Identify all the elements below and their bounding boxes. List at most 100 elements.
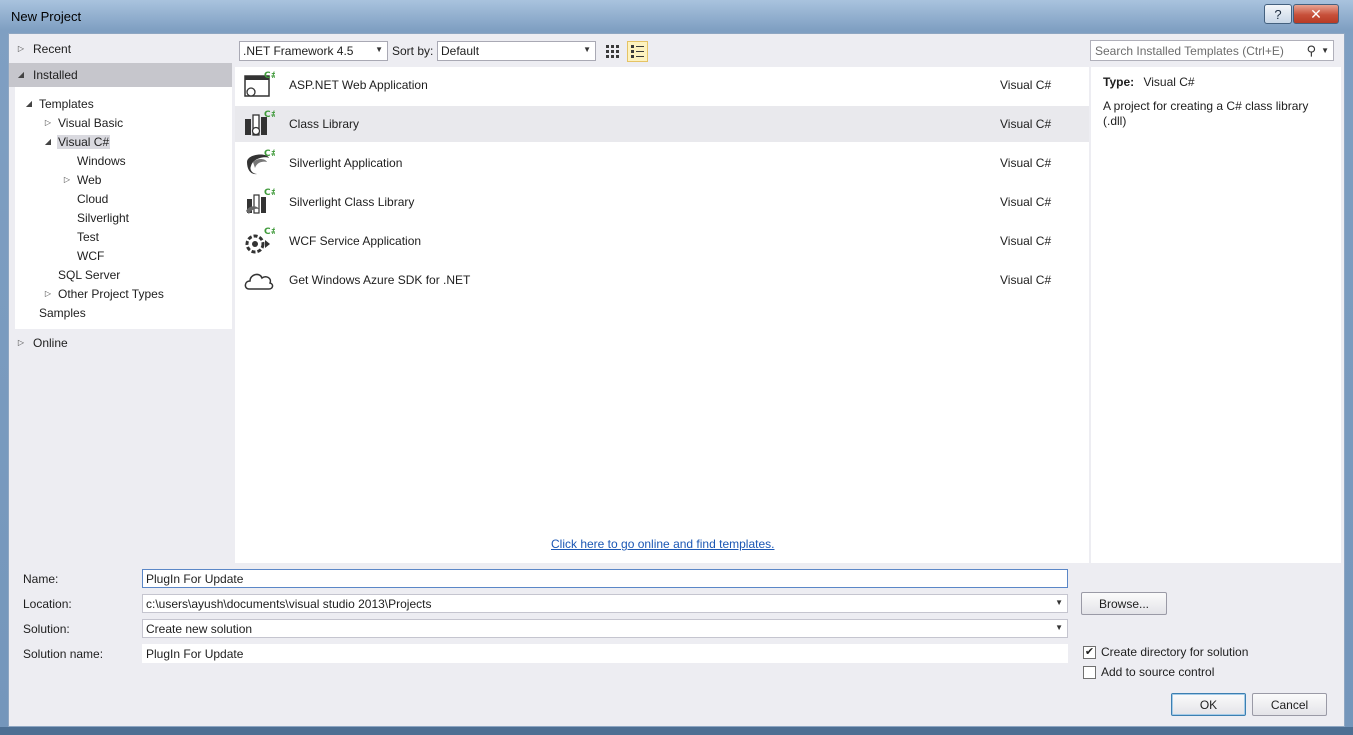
expand-arrow-icon[interactable]: ▷ — [15, 44, 27, 53]
svg-text:C#: C# — [264, 110, 275, 120]
tree-item-samples[interactable]: Samples — [39, 303, 86, 322]
location-field[interactable]: c:\users\ayush\documents\visual studio 2… — [142, 594, 1068, 613]
create-directory-checkbox[interactable]: ✔ — [1083, 646, 1096, 659]
sort-value: Default — [441, 44, 480, 58]
checkmark-icon: ✔ — [1084, 646, 1095, 658]
tree-item-label: Samples — [39, 305, 86, 320]
dialog-window: New Project ? ✕ ▷ Recent ◢ Installed ◢ T… — [0, 0, 1353, 735]
search-placeholder: Search Installed Templates (Ctrl+E) — [1095, 43, 1284, 58]
sort-by-label: Sort by: — [392, 44, 434, 58]
tree-item-other-project-types[interactable]: ▷ Other Project Types — [42, 284, 164, 303]
online-templates-link[interactable]: Click here to go online and find templat… — [551, 537, 774, 551]
collapse-arrow-icon[interactable]: ◢ — [23, 99, 35, 108]
source-control-checkbox[interactable] — [1083, 666, 1096, 679]
ok-button[interactable]: OK — [1171, 693, 1246, 716]
type-label: Type: — [1103, 75, 1135, 89]
solution-dropdown[interactable]: Create new solution ▼ — [142, 619, 1068, 638]
tree-item-label: Templates — [39, 96, 94, 111]
tree-item-label: Silverlight — [77, 210, 130, 225]
wcf-service-icon: C# — [245, 227, 275, 254]
list-view-button[interactable] — [627, 41, 648, 62]
chevron-down-icon[interactable]: ▼ — [1321, 46, 1329, 55]
tree-item-visual-basic[interactable]: ▷ Visual Basic — [42, 113, 123, 132]
template-language: Visual C# — [1000, 273, 1052, 287]
cloud-icon — [244, 273, 274, 290]
template-item[interactable]: C# ASP.NET Web Application Visual C# — [235, 67, 1089, 103]
svg-text:C#: C# — [264, 149, 275, 159]
template-list: C# ASP.NET Web Application Visual C# C# … — [235, 67, 1089, 563]
tree-item-silverlight[interactable]: Silverlight — [77, 208, 129, 227]
sort-dropdown[interactable]: Default ▼ — [437, 41, 596, 61]
source-control-label[interactable]: Add to source control — [1101, 665, 1214, 679]
template-name: ASP.NET Web Application — [289, 78, 428, 92]
nav-online-label: Online — [33, 335, 68, 350]
template-item-selected[interactable]: C# Class Library Visual C# — [235, 106, 1089, 142]
title-bar[interactable]: New Project ? ✕ — [0, 0, 1353, 33]
small-icons-view-button[interactable] — [602, 41, 623, 62]
chevron-down-icon[interactable]: ▼ — [1055, 598, 1063, 607]
help-button[interactable]: ? — [1264, 4, 1292, 24]
tree-item-label: Web — [77, 172, 102, 187]
location-label: Location: — [23, 597, 72, 611]
nav-installed[interactable]: ◢ Installed — [9, 63, 232, 87]
template-name: Get Windows Azure SDK for .NET — [289, 273, 471, 287]
chevron-down-icon: ▼ — [375, 45, 383, 54]
expand-arrow-icon[interactable]: ▷ — [42, 289, 54, 298]
framework-dropdown[interactable]: .NET Framework 4.5 ▼ — [239, 41, 388, 61]
create-directory-label[interactable]: Create directory for solution — [1101, 645, 1248, 659]
chevron-down-icon[interactable]: ▼ — [1055, 623, 1063, 632]
template-name: Silverlight Application — [289, 156, 403, 170]
tree-item-web[interactable]: ▷ Web — [61, 170, 102, 189]
name-label: Name: — [23, 572, 59, 586]
nav-online[interactable]: ▷ Online — [15, 333, 68, 352]
type-value: Visual C# — [1143, 75, 1195, 89]
expand-arrow-icon[interactable]: ▷ — [15, 338, 27, 347]
template-language: Visual C# — [1000, 234, 1052, 248]
silverlight-app-icon: C# — [247, 149, 275, 175]
help-label: ? — [1274, 6, 1282, 22]
collapse-arrow-icon[interactable]: ◢ — [15, 70, 27, 79]
framework-value: .NET Framework 4.5 — [243, 44, 354, 58]
tree-item-windows[interactable]: Windows — [77, 151, 126, 170]
location-value: c:\users\ayush\documents\visual studio 2… — [146, 596, 432, 611]
web-app-icon: C# — [244, 71, 275, 97]
grid-icon — [606, 45, 619, 58]
tree-item-wcf[interactable]: WCF — [77, 246, 104, 265]
tree-item-label: Visual C# — [57, 134, 111, 149]
collapse-arrow-icon[interactable]: ◢ — [42, 137, 54, 146]
svg-text:C#: C# — [264, 188, 275, 198]
nav-recent[interactable]: ▷ Recent — [15, 39, 71, 58]
tree-item-visual-csharp[interactable]: ◢ Visual C# — [42, 132, 111, 151]
browse-label: Browse... — [1098, 596, 1149, 611]
template-item[interactable]: C# WCF Service Application Visual C# — [235, 223, 1089, 259]
template-item[interactable]: C# Silverlight Application Visual C# — [235, 145, 1089, 181]
browse-button[interactable]: Browse... — [1081, 592, 1167, 615]
search-icon[interactable]: ⚲ — [1306, 43, 1316, 59]
tree-item-templates[interactable]: ◢ Templates — [23, 94, 94, 113]
tree-item-label: Test — [77, 229, 100, 244]
template-language: Visual C# — [1000, 78, 1052, 92]
tree-item-label: Cloud — [77, 191, 109, 206]
chevron-down-icon: ▼ — [583, 45, 591, 54]
expand-arrow-icon[interactable]: ▷ — [42, 118, 54, 127]
name-field[interactable]: PlugIn For Update — [142, 569, 1068, 588]
expand-arrow-icon[interactable]: ▷ — [61, 175, 73, 184]
solution-label: Solution: — [23, 622, 70, 636]
cancel-button[interactable]: Cancel — [1252, 693, 1327, 716]
close-button[interactable]: ✕ — [1293, 4, 1339, 24]
search-input[interactable]: Search Installed Templates (Ctrl+E) ⚲ ▼ — [1090, 40, 1334, 61]
class-library-icon: C# — [245, 110, 275, 136]
tree-item-label: WCF — [77, 248, 105, 263]
tree-item-sql-server[interactable]: SQL Server — [58, 265, 120, 284]
tree-item-cloud[interactable]: Cloud — [77, 189, 108, 208]
solution-name-field[interactable]: PlugIn For Update — [142, 644, 1068, 663]
nav-installed-label: Installed — [33, 67, 78, 82]
list-icon — [631, 45, 644, 58]
template-language: Visual C# — [1000, 117, 1052, 131]
nav-recent-label: Recent — [33, 41, 72, 56]
svg-text:C#: C# — [264, 71, 275, 81]
template-item[interactable]: C# Silverlight Class Library Visual C# — [235, 184, 1089, 220]
tree-item-label: Windows — [77, 153, 126, 168]
tree-item-test[interactable]: Test — [77, 227, 99, 246]
template-item[interactable]: Get Windows Azure SDK for .NET Visual C# — [235, 262, 1089, 298]
